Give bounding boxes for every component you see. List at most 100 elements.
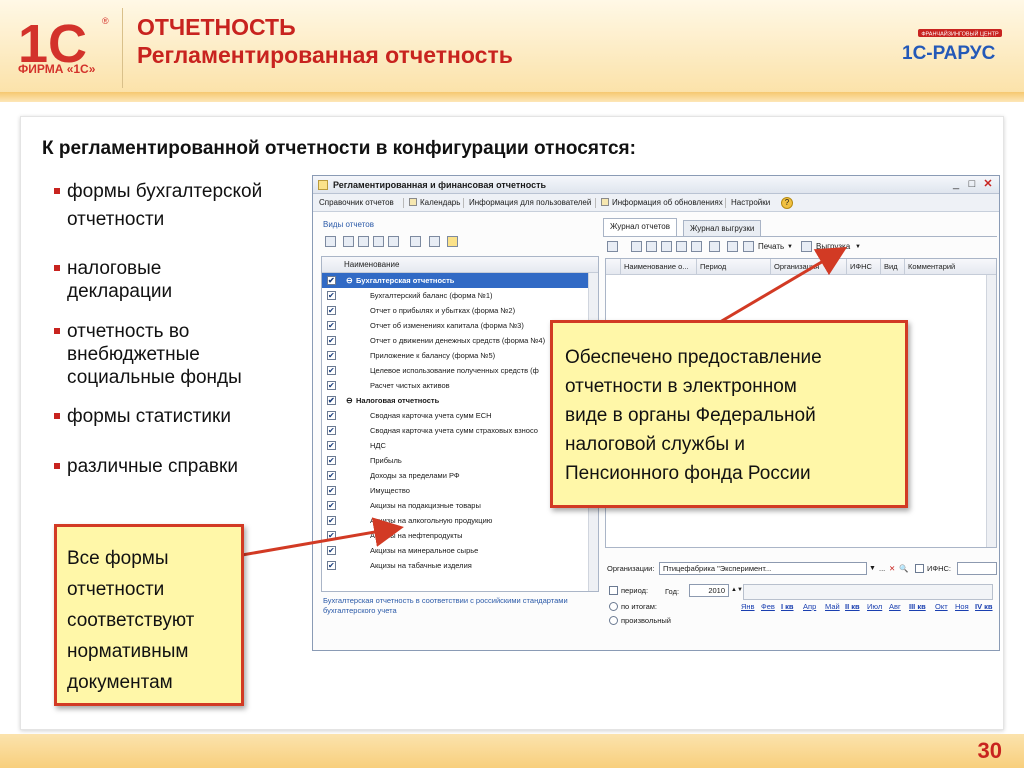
refresh-icon[interactable] bbox=[709, 241, 720, 252]
hierarchy-icon[interactable] bbox=[388, 236, 399, 247]
col-period[interactable]: Период bbox=[696, 259, 726, 275]
col-ifns[interactable]: ИФНС bbox=[846, 259, 872, 275]
quarter-1[interactable]: I кв bbox=[781, 602, 794, 611]
chevron-down-icon[interactable]: ▼ bbox=[855, 238, 861, 256]
row-checkbox[interactable] bbox=[327, 543, 336, 558]
menu-user-info[interactable]: Информация для пользователей bbox=[469, 194, 591, 212]
clear-icon[interactable] bbox=[691, 241, 702, 252]
folder-icon[interactable] bbox=[373, 236, 384, 247]
row-checkbox[interactable] bbox=[327, 423, 336, 438]
row-checkbox[interactable] bbox=[327, 348, 336, 363]
row-checkbox[interactable] bbox=[327, 483, 336, 498]
row-checkbox[interactable] bbox=[327, 363, 336, 378]
tab-export-journal[interactable]: Журнал выгрузки bbox=[683, 220, 762, 236]
by-totals-label: по итогам: bbox=[621, 602, 658, 611]
send-icon[interactable] bbox=[727, 241, 738, 252]
minimize-icon[interactable]: _ bbox=[949, 178, 963, 191]
row-checkbox[interactable] bbox=[327, 468, 336, 483]
row-checkbox[interactable] bbox=[327, 333, 336, 348]
row-checkbox[interactable] bbox=[327, 453, 336, 468]
journal-scrollbar[interactable] bbox=[986, 275, 996, 547]
tab-reports-journal[interactable]: Журнал отчетов bbox=[603, 218, 677, 236]
month-may[interactable]: Май bbox=[825, 602, 840, 611]
chevron-down-icon[interactable]: ▼ bbox=[787, 238, 793, 256]
tree-group-row[interactable]: ⊖Бухгалтерская отчетность bbox=[322, 273, 598, 288]
tree-row[interactable]: Бухгалтерский баланс (форма №1) bbox=[322, 288, 598, 303]
callout-normative-compliance: Все формы отчетности соответствуют норма… bbox=[54, 524, 244, 706]
collapse-icon[interactable]: ⊖ bbox=[346, 273, 353, 288]
month-oct[interactable]: Окт bbox=[935, 602, 948, 611]
intro-heading: К регламентированной отчетности в конфиг… bbox=[42, 138, 636, 159]
month-nov[interactable]: Ноя bbox=[955, 602, 969, 611]
row-checkbox[interactable] bbox=[327, 378, 336, 393]
select-icon[interactable]: ... bbox=[879, 562, 885, 575]
tree-column-name[interactable]: Наименование bbox=[322, 257, 598, 273]
clear-field-icon[interactable]: ✕ bbox=[889, 562, 895, 575]
tree-row[interactable]: Акцизы на нефтепродукты bbox=[322, 528, 598, 543]
row-checkbox[interactable] bbox=[327, 408, 336, 423]
search-icon[interactable]: 🔍 bbox=[899, 562, 908, 575]
edit-icon[interactable] bbox=[661, 241, 672, 252]
list-icon[interactable] bbox=[325, 236, 336, 247]
menu-update-info[interactable]: Информация об обновлениях bbox=[601, 194, 723, 212]
ifns-checkbox[interactable] bbox=[915, 564, 924, 573]
copy-icon[interactable] bbox=[646, 241, 657, 252]
period-checkbox[interactable] bbox=[609, 586, 618, 595]
row-checkbox[interactable] bbox=[327, 288, 336, 303]
row-checkbox[interactable] bbox=[327, 393, 336, 408]
arbitrary-radio[interactable] bbox=[609, 616, 618, 625]
year-spinner-icon[interactable]: ▲▼ bbox=[731, 584, 743, 597]
row-checkbox[interactable] bbox=[327, 558, 336, 573]
print-button[interactable]: Печать bbox=[758, 238, 784, 256]
month-jul[interactable]: Июл bbox=[867, 602, 882, 611]
quarter-3[interactable]: III кв bbox=[909, 602, 926, 611]
col-organization[interactable]: Организация bbox=[770, 259, 819, 275]
tree-row[interactable]: Акцизы на табачные изделия bbox=[322, 558, 598, 573]
filter-icon[interactable] bbox=[429, 236, 440, 247]
new-document-icon[interactable] bbox=[631, 241, 642, 252]
col-type[interactable]: Вид bbox=[880, 259, 898, 275]
refresh-icon[interactable] bbox=[410, 236, 421, 247]
period-slider[interactable] bbox=[743, 584, 993, 600]
month-aug[interactable]: Авг bbox=[889, 602, 901, 611]
quarter-2[interactable]: II кв bbox=[845, 602, 860, 611]
report-type-description: Бухгалтерская отчетность в соответствии … bbox=[323, 596, 568, 615]
menu-reports-directory[interactable]: Справочник отчетов bbox=[319, 194, 394, 212]
year-field[interactable]: 2010 bbox=[689, 584, 729, 597]
delete-icon[interactable] bbox=[676, 241, 687, 252]
copy-icon[interactable] bbox=[343, 236, 354, 247]
col-report-name[interactable]: Наименование о... bbox=[620, 259, 689, 275]
row-checkbox[interactable] bbox=[327, 318, 336, 333]
tree-row[interactable]: Акцизы на минеральное сырье bbox=[322, 543, 598, 558]
filter-icon[interactable] bbox=[607, 241, 618, 252]
row-checkbox[interactable] bbox=[327, 303, 336, 318]
tree-row[interactable]: Отчет о прибылях и убытках (форма №2) bbox=[322, 303, 598, 318]
by-totals-radio[interactable] bbox=[609, 602, 618, 611]
month-feb[interactable]: Фев bbox=[761, 602, 775, 611]
organization-field[interactable]: Птицефабрика "Эксперимент... bbox=[659, 562, 867, 575]
row-checkbox[interactable] bbox=[327, 438, 336, 453]
row-checkbox[interactable] bbox=[327, 498, 336, 513]
dropdown-icon[interactable]: ▼ bbox=[869, 562, 876, 575]
month-jan[interactable]: Янв bbox=[741, 602, 755, 611]
edit-icon[interactable] bbox=[358, 236, 369, 247]
tree-row[interactable]: Акцизы на алкогольную продукцию bbox=[322, 513, 598, 528]
collapse-icon[interactable]: ⊖ bbox=[346, 393, 353, 408]
tree-mode-icon[interactable] bbox=[447, 236, 458, 247]
menu-settings[interactable]: Настройки bbox=[731, 194, 770, 212]
col-comment[interactable]: Комментарий bbox=[904, 259, 955, 275]
row-checkbox[interactable] bbox=[327, 513, 336, 528]
ifns-field[interactable] bbox=[957, 562, 997, 575]
maximize-icon[interactable]: □ bbox=[965, 178, 979, 191]
row-checkbox[interactable] bbox=[327, 273, 336, 288]
registered-mark: ® bbox=[102, 16, 109, 26]
export-button[interactable]: Выгрузка bbox=[816, 238, 850, 256]
month-apr[interactable]: Апр bbox=[803, 602, 816, 611]
help-icon[interactable]: ? bbox=[781, 197, 793, 209]
close-icon[interactable]: ✕ bbox=[981, 178, 995, 191]
row-checkbox[interactable] bbox=[327, 528, 336, 543]
journal-grid-header: Наименование о... Период Организация ИФН… bbox=[606, 259, 996, 275]
quarter-4[interactable]: IV кв bbox=[975, 602, 993, 611]
tree-row-label: Акцизы на минеральное сырье bbox=[370, 546, 479, 555]
menu-calendar[interactable]: Календарь bbox=[409, 194, 460, 212]
